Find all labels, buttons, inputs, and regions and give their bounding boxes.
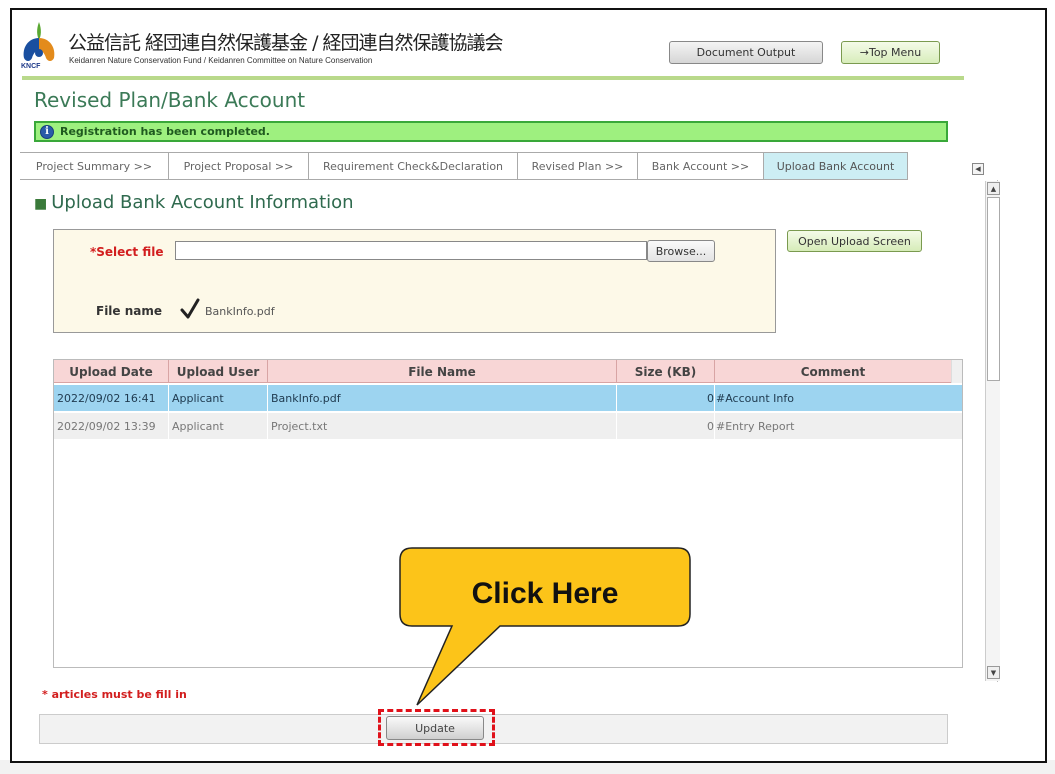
column-header-size: Size (KB) <box>617 360 715 383</box>
tab-revised-plan[interactable]: Revised Plan >> <box>518 152 638 180</box>
required-fields-note: * articles must be fill in <box>42 688 187 701</box>
status-message-bar: i Registration has been completed. <box>34 121 948 142</box>
header-divider <box>22 76 964 80</box>
top-menu-button[interactable]: →Top Menu <box>841 41 940 64</box>
column-header-file-name: File Name <box>268 360 617 383</box>
cell-size: 0 <box>617 385 715 411</box>
tab-requirement-check[interactable]: Requirement Check&Declaration <box>309 152 518 180</box>
scroll-up-icon[interactable]: ▲ <box>987 182 1000 195</box>
select-file-input[interactable] <box>175 241 647 260</box>
file-name-value: BankInfo.pdf <box>205 305 275 318</box>
tab-bar: Project Summary >> Project Proposal >> R… <box>20 152 908 180</box>
section-title: ■ Upload Bank Account Information <box>34 192 354 213</box>
update-highlight-box <box>378 709 495 746</box>
column-header-upload-date: Upload Date <box>54 360 169 383</box>
square-bullet-icon: ■ <box>34 196 48 212</box>
section-title-text: Upload Bank Account Information <box>51 192 354 213</box>
document-output-button[interactable]: Document Output <box>669 41 823 64</box>
cell-upload-user: Applicant <box>169 413 268 439</box>
org-name-jp: 公益信託 経団連自然保護基金 / 経団連自然保護協議会 <box>68 32 504 54</box>
table-scrollbar[interactable] <box>951 360 962 383</box>
scrollbar-thumb[interactable] <box>987 197 1000 381</box>
file-name-label: File name <box>96 304 163 318</box>
table-row[interactable]: 2022/09/02 16:41 Applicant BankInfo.pdf … <box>54 385 962 411</box>
cell-file-name: BankInfo.pdf <box>268 385 617 411</box>
org-name-en: Keidanren Nature Conservation Fund / Kei… <box>69 56 373 65</box>
cell-upload-date: 2022/09/02 16:41 <box>54 385 169 411</box>
info-icon: i <box>40 124 54 139</box>
scroll-down-icon[interactable]: ▼ <box>987 666 1000 679</box>
cell-comment: #Account Info <box>716 391 794 405</box>
status-message-text: Registration has been completed. <box>60 125 270 138</box>
tab-upload-bank-account[interactable]: Upload Bank Account <box>764 152 908 180</box>
click-here-callout-text: Click Here <box>471 577 619 610</box>
page-title: Revised Plan/Bank Account <box>34 88 306 112</box>
tab-bank-account[interactable]: Bank Account >> <box>638 152 764 180</box>
cell-comment: #Entry Report <box>716 419 795 433</box>
tab-project-proposal[interactable]: Project Proposal >> <box>169 152 309 180</box>
cell-upload-date: 2022/09/02 13:39 <box>54 413 169 439</box>
logo-text: KNCF <box>21 63 41 70</box>
vertical-scrollbar[interactable]: ▲ ▼ <box>985 181 1000 681</box>
browse-button[interactable]: Browse... <box>647 240 715 262</box>
open-upload-screen-button[interactable]: Open Upload Screen <box>787 230 922 252</box>
column-header-upload-user: Upload User <box>169 360 268 383</box>
cell-upload-user: Applicant <box>169 385 268 411</box>
table-header: Upload Date Upload User File Name Size (… <box>54 360 951 383</box>
cell-size: 0 <box>617 413 715 439</box>
column-header-comment: Comment <box>800 364 866 379</box>
tab-project-summary[interactable]: Project Summary >> <box>20 152 169 180</box>
tab-scroll-left-icon[interactable]: ◀ <box>972 163 984 175</box>
cell-file-name: Project.txt <box>268 413 617 439</box>
checkmark-icon <box>180 298 200 319</box>
select-file-label: *Select file <box>90 245 164 259</box>
table-row[interactable]: 2022/09/02 13:39 Applicant Project.txt 0… <box>54 413 962 439</box>
